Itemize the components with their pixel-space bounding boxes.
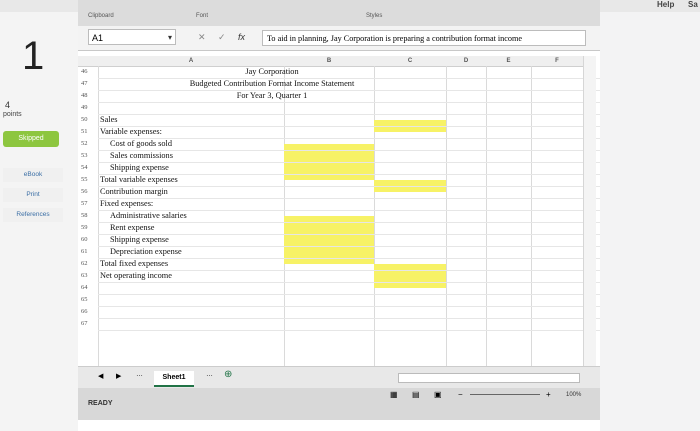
formula-input[interactable]: To aid in planning, Jay Corporation is p…: [262, 30, 586, 46]
formula-area: A1 ▾ ✕ ✓ fx To aid in planning, Jay Corp…: [78, 26, 600, 51]
row-header[interactable]: 47: [78, 78, 98, 90]
row-header[interactable]: 67: [78, 318, 98, 330]
zoom-slider[interactable]: [470, 394, 540, 395]
row-header[interactable]: 46: [78, 66, 98, 78]
right-panel: [600, 12, 700, 431]
row-header[interactable]: 64: [78, 282, 98, 294]
row-header[interactable]: 57: [78, 198, 98, 210]
next-sheet-icon[interactable]: ▶: [116, 372, 121, 380]
function-icon[interactable]: fx: [238, 32, 245, 42]
page-break-icon[interactable]: ▣: [434, 390, 442, 399]
more-tabs-icon[interactable]: …: [206, 371, 213, 378]
row-header[interactable]: 63: [78, 270, 98, 282]
row-header[interactable]: 55: [78, 174, 98, 186]
sheet-tab-sheet1[interactable]: Sheet1: [154, 371, 194, 387]
prev-sheet-icon[interactable]: ◀: [98, 372, 103, 380]
chevron-down-icon[interactable]: ▾: [168, 30, 172, 46]
row-header[interactable]: 48: [78, 90, 98, 102]
normal-view-icon[interactable]: ▦: [390, 390, 398, 399]
row-header[interactable]: 50: [78, 114, 98, 126]
cell-a[interactable]: Variable expenses:: [100, 126, 162, 138]
save-link[interactable]: Sa: [688, 0, 698, 9]
row-header[interactable]: 59: [78, 222, 98, 234]
row-header[interactable]: 52: [78, 138, 98, 150]
row-header[interactable]: 58: [78, 210, 98, 222]
cell-a[interactable]: Sales: [100, 114, 118, 126]
cell-a[interactable]: Fixed expenses:: [100, 198, 153, 210]
zoom-level: 100%: [566, 392, 582, 398]
row-header[interactable]: 51: [78, 126, 98, 138]
input-cells-totals[interactable]: [374, 264, 446, 288]
points-label: points: [3, 111, 22, 118]
zoom-out-icon[interactable]: −: [458, 390, 463, 399]
row-header[interactable]: 60: [78, 234, 98, 246]
status-ready: READY: [88, 400, 113, 407]
horizontal-scrollbar[interactable]: [398, 373, 580, 383]
cell-a[interactable]: Total variable expenses: [100, 174, 178, 186]
sheet-tab-bar: ◀ ▶ … Sheet1 … ⊕: [78, 366, 600, 389]
ribbon-clipboard[interactable]: Clipboard: [88, 13, 114, 19]
skipped-badge[interactable]: Skipped: [3, 131, 59, 147]
cell-a[interactable]: Cost of goods sold: [110, 138, 172, 150]
row-header[interactable]: 61: [78, 246, 98, 258]
page-layout-icon[interactable]: ▤: [412, 390, 420, 399]
print-button[interactable]: Print: [3, 188, 63, 202]
cell-a[interactable]: Shipping expense: [110, 234, 169, 246]
more-sheets-icon[interactable]: …: [136, 371, 143, 378]
references-button[interactable]: References: [3, 208, 63, 222]
spreadsheet-grid[interactable]: A B C D E F 46 Jay Corporation 47 Budgeted …: [78, 56, 600, 366]
title-cell[interactable]: Budgeted Contribution Format Income Stat…: [98, 78, 446, 90]
cell-a[interactable]: Administrative salaries: [110, 210, 187, 222]
cell-a[interactable]: Total fixed expenses: [100, 258, 168, 270]
cell-a[interactable]: Depreciation expense: [110, 246, 182, 258]
cell-a[interactable]: Rent expense: [110, 222, 154, 234]
zoom-in-icon[interactable]: +: [546, 390, 551, 399]
title-cell[interactable]: For Year 3, Quarter 1: [98, 90, 446, 102]
row-header[interactable]: 56: [78, 186, 98, 198]
column-header-d[interactable]: D: [446, 56, 487, 67]
status-bar: READY ▦ ▤ ▣ − + 100%: [78, 388, 600, 420]
title-cell[interactable]: Jay Corporation: [98, 66, 446, 78]
input-cells-fixed-expenses[interactable]: [284, 216, 374, 264]
row-header[interactable]: 65: [78, 294, 98, 306]
row-header[interactable]: 66: [78, 306, 98, 318]
cell-a[interactable]: Sales commissions: [110, 150, 173, 162]
question-sidebar: 1 4 points Skipped eBook Print Reference…: [0, 12, 78, 431]
cell-a[interactable]: Net operating income: [100, 270, 172, 282]
ribbon-font[interactable]: Font: [196, 13, 208, 19]
question-number: 1: [22, 34, 45, 78]
name-box-value: A1: [92, 33, 104, 43]
check-icon[interactable]: ✓: [218, 32, 226, 43]
row-header[interactable]: 54: [78, 162, 98, 174]
ribbon-styles[interactable]: Styles: [366, 13, 382, 19]
ebook-button[interactable]: eBook: [3, 168, 63, 182]
cell-a[interactable]: Contribution margin: [100, 186, 168, 198]
name-box[interactable]: A1 ▾: [88, 29, 176, 45]
cell-a[interactable]: Shipping expense: [110, 162, 169, 174]
column-header-e[interactable]: E: [486, 56, 532, 67]
row-header[interactable]: 49: [78, 102, 98, 114]
help-link[interactable]: Help: [657, 0, 674, 9]
column-header-f[interactable]: F: [531, 56, 584, 67]
cancel-icon[interactable]: ✕: [198, 32, 206, 43]
excel-window: Clipboard Font Styles A1 ▾ ✕ ✓ fx To aid…: [78, 0, 600, 431]
points-value: 4: [5, 100, 11, 110]
ribbon: Clipboard Font Styles: [78, 0, 600, 27]
vertical-scrollbar[interactable]: [583, 56, 596, 366]
add-sheet-icon[interactable]: ⊕: [224, 369, 232, 380]
row-header[interactable]: 62: [78, 258, 98, 270]
row-header[interactable]: 53: [78, 150, 98, 162]
